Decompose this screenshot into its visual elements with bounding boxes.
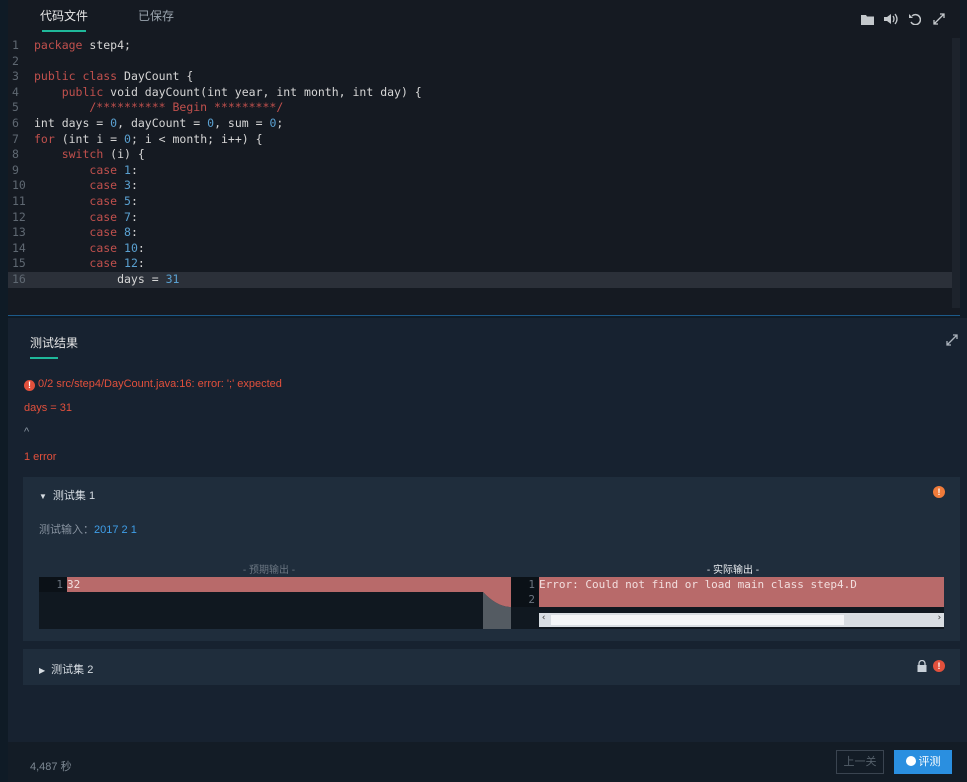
line-number: 11: [12, 193, 26, 208]
code-line[interactable]: 2: [8, 54, 960, 70]
tab-saved[interactable]: 已保存: [128, 7, 184, 34]
scroll-thumb[interactable]: [551, 615, 844, 625]
folder-icon[interactable]: [860, 12, 874, 26]
line-number: 12: [12, 209, 26, 224]
error-summary: ! 0/2 src/step4/DayCount.java:16: error: …: [24, 378, 282, 391]
line-number: 14: [12, 240, 26, 255]
line-number: 4: [12, 84, 19, 99]
code-line[interactable]: 11 case 5:: [8, 194, 960, 210]
line-number: 8: [12, 147, 19, 162]
lock-icon: [917, 660, 927, 672]
caret-down-icon: ▼: [39, 492, 47, 501]
test-result-panel: 测试结果 ! 0/2 src/step4/DayCount.java:16: er…: [8, 318, 967, 748]
scroll-right-icon[interactable]: ›: [937, 613, 942, 623]
tab-code-file[interactable]: 代码文件: [30, 7, 98, 34]
editor-divider: [8, 310, 960, 316]
evaluate-button[interactable]: 评测: [894, 750, 952, 774]
warning-icon: !: [933, 486, 945, 498]
code-area[interactable]: 1 package step4; 2 3 public class DayCount {…: [8, 38, 960, 310]
code-text: days = 31: [34, 271, 180, 286]
testset-2[interactable]: ▶ 测试集 2 !: [23, 649, 960, 685]
timer: 4,487 秒: [30, 761, 72, 773]
testset-2-title: 测试集 2: [51, 664, 94, 676]
sound-icon[interactable]: [884, 12, 898, 26]
code-line[interactable]: 15 case 12:: [8, 256, 960, 272]
code-line[interactable]: 7 for (int i = 0; i < month; i++) {: [8, 132, 960, 148]
editor-toolbar: [860, 12, 946, 26]
actual-row: 1 Error: Could not find or load main cla…: [511, 577, 944, 592]
code-line[interactable]: 6 int days = 0, dayCount = 0, sum = 0;: [8, 116, 960, 132]
footer-bar: 4,487 秒 上一关 评测: [8, 742, 967, 782]
line-number: 16: [12, 271, 26, 286]
code-text: package step4;: [34, 38, 131, 52]
code-text: case 10:: [89, 240, 145, 255]
expected-output-label: - 预期输出 -: [242, 565, 296, 576]
code-text: case 8:: [89, 225, 138, 240]
line-number: 10: [12, 178, 26, 193]
line-number: 2: [12, 53, 19, 68]
code-text: case 5:: [89, 193, 138, 208]
testset-1: ▼ 测试集 1 ! 测试输入：2017 2 1 - 预期输出 - - 实际输出 -…: [23, 477, 960, 641]
actual-row: 2: [511, 592, 944, 607]
code-line[interactable]: 13 case 8:: [8, 225, 960, 241]
error-caret: ^: [24, 426, 30, 438]
line-number: 3: [12, 69, 19, 84]
code-line[interactable]: 8 switch (i) {: [8, 147, 960, 163]
code-line[interactable]: 1 package step4;: [8, 38, 960, 54]
actual-output-label: - 实际输出 -: [706, 565, 760, 576]
expected-row: 1 32: [39, 577, 483, 592]
line-number: 13: [12, 225, 26, 240]
expand-icon[interactable]: [946, 334, 958, 349]
code-text: public void dayCount(int year, int month…: [61, 84, 422, 99]
evaluate-icon: [905, 756, 916, 766]
code-text: for (int i = 0; i < month; i++) {: [34, 131, 263, 146]
result-title: 测试结果: [30, 336, 79, 359]
line-number: 7: [12, 131, 19, 146]
code-line[interactable]: 9 case 1:: [8, 163, 960, 179]
fullscreen-icon[interactable]: [932, 12, 946, 26]
line-number: 15: [12, 256, 26, 271]
code-text: public class DayCount {: [34, 69, 194, 84]
code-text: case 12:: [89, 256, 145, 271]
code-line[interactable]: 5 /********** Begin *********/: [8, 100, 960, 116]
editor-tabs: 代码文件 已保存: [8, 0, 960, 34]
error-code: days = 31: [24, 402, 73, 414]
testset-1-title: 测试集 1: [52, 490, 96, 502]
test-input-label: 测试输入：: [39, 524, 94, 536]
line-number: 5: [12, 100, 19, 115]
code-text: case 3:: [89, 178, 138, 193]
actual-output-panel: 1 Error: Could not find or load main cla…: [511, 577, 944, 629]
code-editor[interactable]: 代码文件 已保存 1 package step4; 2 3 public class D…: [8, 0, 960, 316]
code-line[interactable]: 10 case 3:: [8, 178, 960, 194]
code-line[interactable]: 16 days = 31: [8, 271, 960, 288]
code-text: switch (i) {: [61, 147, 145, 162]
code-line[interactable]: 12 case 7:: [8, 210, 960, 226]
line-number: 1: [12, 38, 19, 52]
error-icon: !: [24, 380, 35, 391]
code-line[interactable]: 4 public void dayCount(int year, int mon…: [8, 85, 960, 101]
test-input: 测试输入：2017 2 1: [39, 521, 137, 537]
error-count: 1 error: [24, 451, 57, 463]
testset-1-header[interactable]: ▼ 测试集 1 !: [23, 477, 960, 507]
code-line[interactable]: 3 public class DayCount {: [8, 69, 960, 85]
code-text: case 7:: [89, 209, 138, 224]
code-text: /********** Begin *********/: [34, 100, 284, 115]
code-line[interactable]: 14 case 10:: [8, 241, 960, 257]
scroll-left-icon[interactable]: ‹: [541, 613, 546, 623]
undo-icon[interactable]: [908, 12, 922, 26]
caret-right-icon: ▶: [39, 666, 46, 675]
error-icon: !: [933, 660, 945, 672]
prev-button[interactable]: 上一关: [836, 750, 884, 774]
editor-scrollbar[interactable]: [952, 38, 960, 308]
line-number: 9: [12, 162, 19, 177]
test-input-value: 2017 2 1: [94, 524, 137, 536]
horizontal-scrollbar[interactable]: ‹ ›: [539, 613, 944, 627]
diff-connector: [483, 577, 511, 629]
expected-output-panel: 1 32: [39, 577, 483, 629]
code-text: int days = 0, dayCount = 0, sum = 0;: [34, 115, 284, 130]
line-number: 6: [12, 115, 19, 130]
code-text: case 1:: [89, 162, 138, 177]
